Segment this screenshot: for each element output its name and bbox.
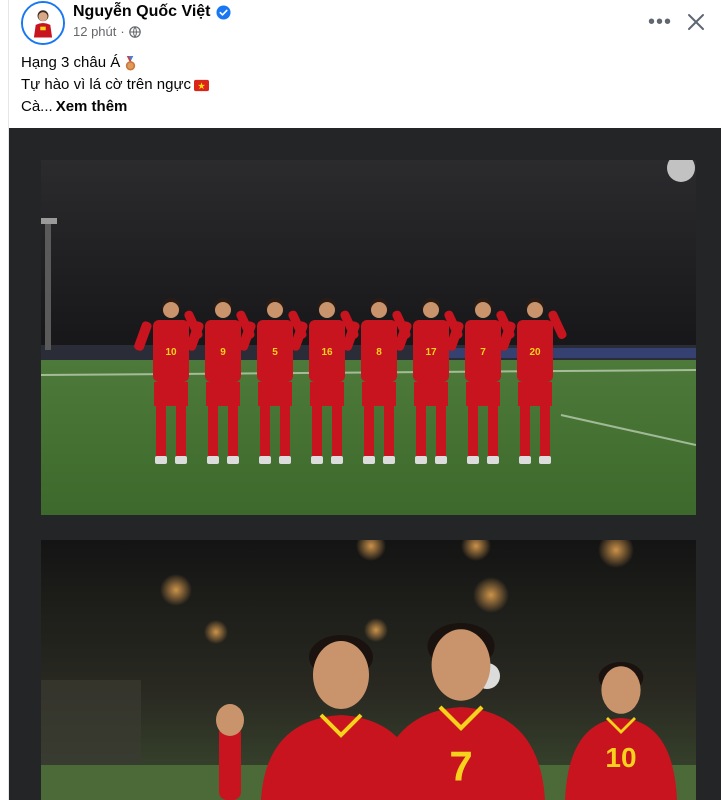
player-shape (279, 456, 291, 464)
jersey-number: 9 (220, 347, 226, 358)
verified-badge-icon (215, 4, 231, 20)
jersey-number: 20 (529, 347, 541, 358)
author-avatar[interactable] (21, 1, 65, 45)
player-shape (216, 704, 244, 736)
celebration-photo-image: 7 10 (41, 540, 696, 800)
player-shape (435, 456, 447, 464)
player-shape (219, 725, 241, 800)
player-shape (527, 302, 543, 318)
player-shape (215, 302, 231, 318)
see-more-link[interactable]: Xem thêm (56, 96, 128, 118)
more-options-button[interactable]: ••• (645, 7, 675, 37)
player-shape (260, 406, 270, 456)
player-shape (487, 456, 499, 464)
player-shape (310, 382, 344, 406)
player-shape (313, 641, 369, 709)
close-icon (688, 14, 704, 30)
raised-fist (216, 704, 244, 800)
player-shape (466, 382, 500, 406)
jersey-number: 16 (321, 347, 333, 358)
player-shape (228, 406, 238, 456)
player-shape (319, 302, 335, 318)
meta-separator: · (120, 24, 125, 39)
player-shape (267, 302, 283, 318)
player-shape (163, 302, 179, 318)
caption-line-3: Cà... (21, 98, 53, 115)
close-button[interactable] (681, 7, 711, 37)
post-header: Nguyễn Quốc Việt 12 phút · ••• (21, 1, 711, 45)
player-shape (175, 456, 187, 464)
player-shape (332, 406, 342, 456)
team-photo-image: 10 9 5 16 8 17 7 20 (41, 160, 696, 515)
facebook-post: Nguyễn Quốc Việt 12 phút · ••• Hạng 3 ch… (8, 0, 721, 800)
player-shape (383, 456, 395, 464)
post-caption: Hạng 3 châu Á Tự hào vì lá cờ trên ngực … (21, 52, 209, 118)
player-shape (416, 406, 426, 456)
post-timestamp[interactable]: 12 phút (73, 24, 116, 39)
player-shape (259, 456, 271, 464)
player-shape (154, 382, 188, 406)
jersey-number: 10 (605, 742, 636, 773)
caption-line-2: Tự hào vì lá cờ trên ngực (21, 76, 191, 93)
player-shape (280, 406, 290, 456)
player-shape (519, 456, 531, 464)
jersey-number: 10 (165, 347, 177, 358)
jersey-number: 5 (272, 347, 278, 358)
jersey-number: 7 (480, 347, 486, 358)
jersey-number: 7 (449, 743, 472, 790)
player-shape (362, 382, 396, 406)
player-shape (540, 406, 550, 456)
player-shape (539, 456, 551, 464)
player-avatar-icon (23, 3, 63, 43)
celebration-photo[interactable]: 7 10 (41, 540, 696, 800)
player-shape (414, 382, 448, 406)
player-shape (468, 406, 478, 456)
post-media: 10 9 5 16 8 17 7 20 7 10 (9, 128, 721, 800)
player-shape (227, 456, 239, 464)
player-shape (488, 406, 498, 456)
player-shape (601, 666, 641, 714)
player-shape (423, 302, 439, 318)
player-shape (467, 456, 479, 464)
player-shape (155, 456, 167, 464)
bronze-medal-icon (126, 55, 136, 71)
team-photo[interactable]: 10 9 5 16 8 17 7 20 (41, 160, 696, 515)
player-shape (415, 456, 427, 464)
player-shape (311, 456, 323, 464)
player-shape (431, 629, 491, 701)
player-shape (363, 456, 375, 464)
player-shape (176, 406, 186, 456)
player-shape (207, 456, 219, 464)
player-shape (331, 456, 343, 464)
player-shape (436, 406, 446, 456)
player-shape (371, 302, 387, 318)
player-shape (206, 382, 240, 406)
player-shape (518, 382, 552, 406)
player-shape (208, 406, 218, 456)
jersey-number: 17 (425, 347, 437, 358)
globe-icon[interactable] (128, 25, 141, 38)
player-shape (384, 406, 394, 456)
player-shape (156, 406, 166, 456)
caption-line-1: Hạng 3 châu Á (21, 54, 121, 71)
player-shape (364, 406, 374, 456)
player-shape (475, 302, 491, 318)
more-options-icon: ••• (647, 10, 672, 33)
player-shape (312, 406, 322, 456)
player-shape (258, 382, 292, 406)
author-name[interactable]: Nguyễn Quốc Việt (73, 3, 211, 21)
jersey-number: 8 (376, 347, 382, 358)
vietnam-flag-icon (194, 79, 209, 91)
player-shape (520, 406, 530, 456)
